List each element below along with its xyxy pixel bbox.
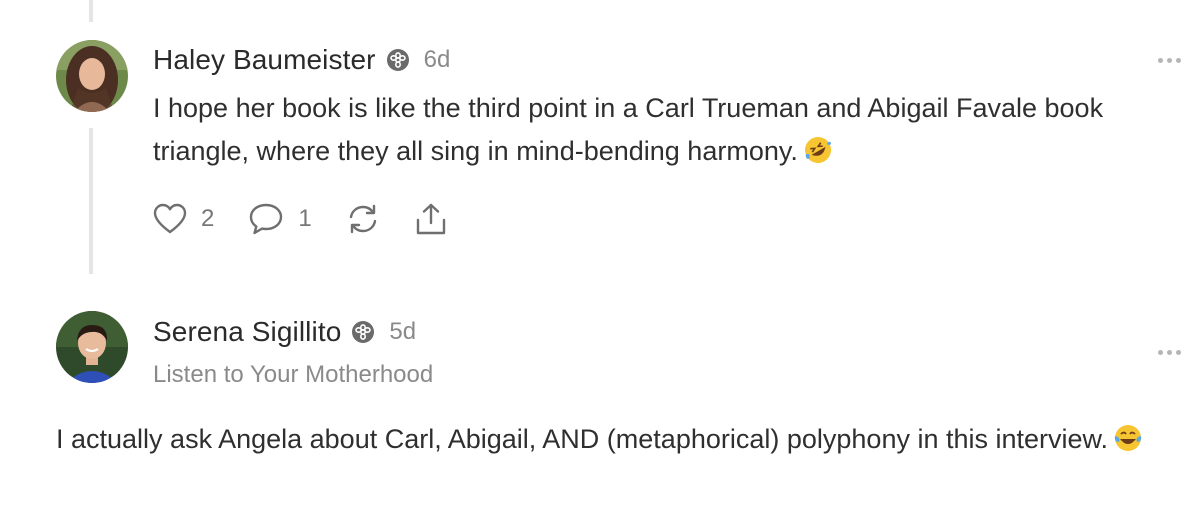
heart-icon	[153, 203, 187, 234]
comment-text: I hope her book is like the third point …	[153, 93, 1104, 166]
avatar-haley-baumeister[interactable]	[56, 40, 128, 112]
reply-button[interactable]: 1	[248, 202, 312, 236]
avatar-serena-sigillito[interactable]	[56, 311, 128, 383]
comment-timestamp[interactable]: 6d	[424, 46, 451, 74]
comment-body: I actually ask Angela about Carl, Abigai…	[56, 418, 1156, 461]
avatar-image	[56, 311, 128, 383]
reply-count: 1	[298, 205, 312, 232]
comment-actions: 2 1	[153, 201, 482, 237]
share-icon	[416, 203, 445, 235]
like-count: 2	[201, 205, 215, 232]
more-options-icon[interactable]	[1158, 54, 1186, 66]
thread-line-top	[89, 0, 93, 22]
rolling-on-floor-laughing-emoji-icon	[804, 134, 832, 163]
comment-text: I actually ask Angela about Carl, Abigai…	[56, 424, 1109, 454]
reply-bubble-icon	[250, 203, 283, 235]
author-name[interactable]: Haley Baumeister	[153, 44, 376, 76]
subscriber-badge-icon	[386, 48, 410, 72]
comment-timestamp[interactable]: 5d	[389, 318, 416, 346]
author-name[interactable]: Serena Sigillito	[153, 316, 341, 348]
thread-line-reply	[89, 128, 93, 274]
restack-button[interactable]	[346, 203, 380, 235]
restack-icon	[349, 204, 376, 234]
more-options-icon[interactable]	[1158, 346, 1186, 358]
avatar-image	[56, 40, 128, 112]
publication-name[interactable]: Listen to Your Motherhood	[153, 361, 433, 389]
comment-header: Haley Baumeister 6d	[153, 42, 450, 78]
comment-body: I hope her book is like the third point …	[153, 87, 1163, 173]
comment-header: Serena Sigillito 5d	[153, 314, 416, 350]
face-with-tears-of-joy-emoji-icon	[1114, 422, 1142, 451]
share-button[interactable]	[414, 202, 448, 236]
like-button[interactable]: 2	[153, 203, 214, 235]
subscriber-badge-icon	[351, 320, 375, 344]
